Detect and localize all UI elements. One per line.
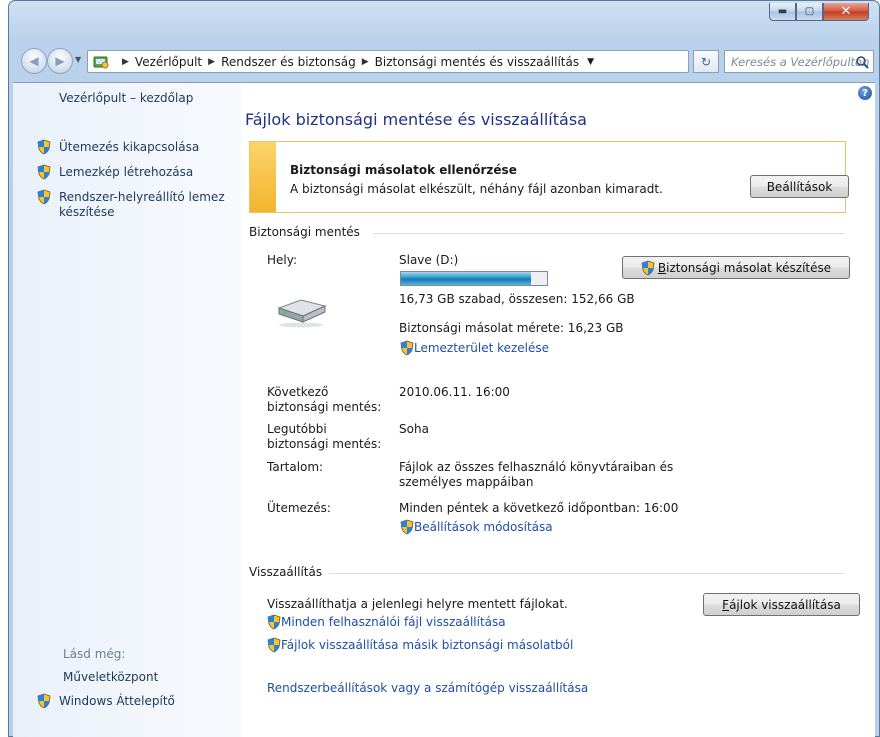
backup-section-heading: Biztonsági mentés [249,225,360,239]
content-area: Vezérlőpult – kezdőlap Ütemezés kikapcso… [13,82,875,737]
last-backup-label-line-1: Legutóbbi [267,422,327,436]
last-backup-label-line-2: biztonsági mentés: [267,437,382,451]
backup-now-button[interactable]: Biztonsági másolat készítése [622,256,850,279]
search-placeholder: Keresés a Vezérlőpulton [731,54,870,69]
next-backup-label: Következő biztonsági mentés: [267,385,381,415]
restore-other-backup-link[interactable]: Fájlok visszaállítása másik biztonsági m… [281,638,573,653]
uac-shield-icon [400,519,414,535]
last-backup-value: Soha [399,422,429,436]
restore-files-button[interactable]: Fájlok visszaállítása [703,593,860,616]
change-settings-link[interactable]: Beállítások módosítása [414,520,553,535]
location-label: Hely: [267,253,298,267]
breadcrumb-system-security[interactable]: Rendszer és biztonság [221,55,356,69]
address-bar[interactable]: ▶ Vezérlőpult ▶ Rendszer és biztonság ▶ … [87,50,689,73]
navigation-bar: ◀ ▶ ▼ ▶ Vezérlőpult ▶ Rendszer és bizton… [9,47,879,77]
refresh-icon: ↻ [700,54,712,69]
main-panel: ? Fájlok biztonsági mentése és visszaáll… [243,83,875,737]
notice-text: A biztonsági másolat elkészült, néhány f… [290,182,663,196]
section-divider [329,573,845,574]
see-also-heading: Lásd még: [63,647,126,661]
back-button[interactable]: ◀ [21,48,47,74]
backup-now-label: iztonsági másolat készítése [666,260,832,275]
chevron-down-icon[interactable]: ▼ [587,57,594,67]
uac-shield-icon [37,139,51,155]
forward-arrow-icon: ▶ [55,54,65,68]
refresh-button[interactable]: ↻ [693,50,719,73]
restore-files-accesskey: F [722,597,730,612]
recover-system-link[interactable]: Rendszerbeállítások vagy a számítógép vi… [267,681,588,696]
maximize-button[interactable]: ▢ [796,3,823,21]
free-space-text: 16,73 GB szabad, összesen: 152,66 GB [399,292,635,306]
backup-now-accesskey: B [657,260,667,275]
control-panel-home-link[interactable]: Vezérlőpult – kezdőlap [59,91,193,106]
windows-easy-transfer-link[interactable]: Windows Áttelepítő [59,694,175,709]
uac-shield-icon [641,260,655,275]
close-button[interactable]: ✕ [823,3,869,21]
restore-files-label: ájlok visszaállítása [729,597,841,612]
contents-value-line-2: személyes mappáiban [399,475,534,489]
section-divider [373,233,845,234]
uac-shield-icon [400,340,414,356]
minimize-button[interactable]: ▬ [769,3,796,21]
search-box[interactable]: Keresés a Vezérlőpulton [724,50,874,73]
help-icon[interactable]: ? [858,86,872,100]
repair-disc-line-2: készítése [59,205,115,219]
next-backup-value: 2010.06.11. 16:00 [399,385,510,399]
contents-label: Tartalom: [267,460,324,474]
control-panel-icon [93,56,109,68]
window-frame: ▬ ▢ ✕ ◀ ▶ ▼ ▶ Vezérlőpult ▶ Rendszer és … [8,0,880,737]
page-title: Fájlok biztonsági mentése és visszaállít… [245,110,587,129]
schedule-value: Minden péntek a következő időpontban: 16… [399,501,679,515]
disable-schedule-link[interactable]: Ütemezés kikapcsolása [59,140,199,155]
uac-shield-icon [37,164,51,180]
task-sidebar: Vezérlőpult – kezdőlap Ütemezés kikapcso… [13,83,241,737]
breadcrumb-control-panel[interactable]: Vezérlőpult [135,55,202,69]
hard-drive-icon [277,299,327,328]
breadcrumb-separator-icon: ▶ [361,56,369,67]
drive-usage-bar [400,271,548,286]
contents-value: Fájlok az összes felhasználó könyvtáraib… [399,460,673,490]
breadcrumb-separator-icon: ▶ [208,56,216,67]
back-arrow-icon: ◀ [29,54,39,68]
restore-all-users-link[interactable]: Minden felhasználói fájl visszaállítása [281,615,506,630]
uac-shield-icon [267,637,281,653]
caption-buttons: ▬ ▢ ✕ [769,3,869,21]
next-backup-label-line-1: Következő [267,385,329,399]
create-repair-disc-link[interactable]: Rendszer-helyreállító lemez készítése [59,190,225,220]
last-backup-label: Legutóbbi biztonsági mentés: [267,422,381,452]
notice-title: Biztonsági másolatok ellenőrzése [290,163,517,177]
repair-disc-line-1: Rendszer-helyreállító lemez [59,190,225,204]
create-system-image-link[interactable]: Lemezkép létrehozása [59,165,193,180]
uac-shield-icon [37,693,51,709]
backup-size-text: Biztonsági másolat mérete: 16,23 GB [399,321,624,335]
forward-button[interactable]: ▶ [47,48,73,74]
uac-shield-icon [37,189,51,205]
breadcrumb-separator-icon: ▶ [122,56,129,67]
restore-section-heading: Visszaállítás [249,565,323,579]
options-button[interactable]: Beállítások [750,175,849,198]
drive-usage-fill [401,272,531,285]
restore-info-text: Visszaállíthatja a jelenlegi helyre ment… [267,597,568,611]
manage-space-link[interactable]: Lemezterület kezelése [414,341,549,356]
recent-pages-dropdown[interactable]: ▼ [75,55,81,64]
uac-shield-icon [267,614,281,630]
breadcrumb-backup-restore[interactable]: Biztonsági mentés és visszaállítás [375,55,579,69]
backup-notice: Biztonsági másolatok ellenőrzése A bizto… [249,141,849,213]
schedule-label: Ütemezés: [267,501,331,515]
search-icon[interactable] [855,55,869,69]
contents-value-line-1: Fájlok az összes felhasználó könyvtáraib… [399,460,674,474]
action-center-link[interactable]: Műveletközpont [63,670,158,685]
location-value: Slave (D:) [399,253,459,267]
notice-accent-bar [250,142,276,212]
next-backup-label-line-2: biztonsági mentés: [267,400,382,414]
